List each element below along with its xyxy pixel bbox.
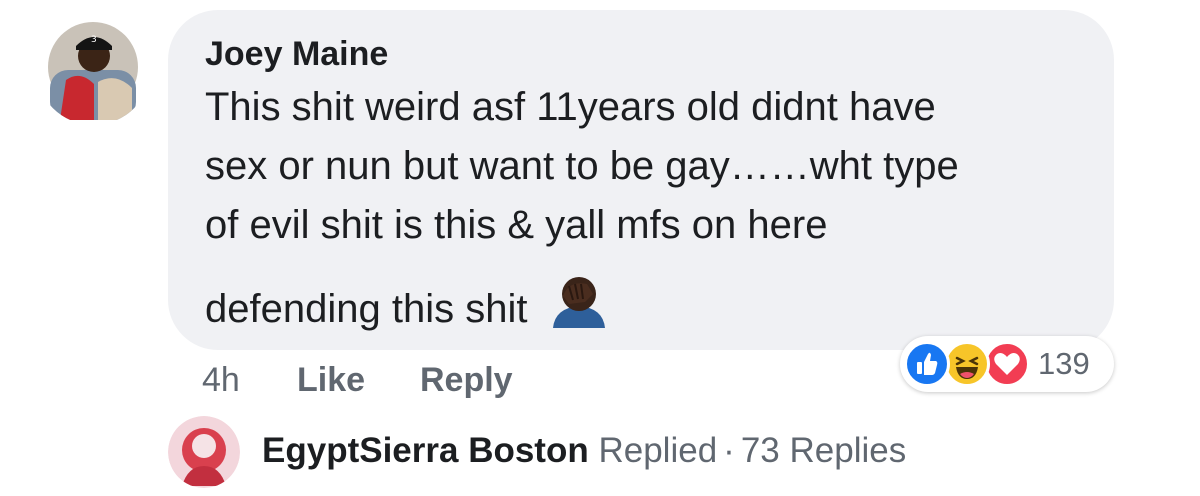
haha-reaction-icon xyxy=(944,341,990,387)
comment-text-line: This shit weird asf 11years old didnt ha… xyxy=(205,85,936,129)
like-reaction-icon xyxy=(904,341,950,387)
comment-timestamp[interactable]: 4h xyxy=(202,358,240,402)
reactions-summary[interactable]: 139 xyxy=(900,336,1114,392)
reply-button[interactable]: Reply xyxy=(420,358,513,402)
avatar-photo: 3 xyxy=(36,10,150,124)
svg-text:3: 3 xyxy=(91,35,97,45)
comment-text-line: of evil shit is this & yall mfs on here xyxy=(205,203,828,247)
reaction-count: 139 xyxy=(1038,346,1090,381)
replier-avatar-photo xyxy=(168,416,240,488)
commenter-avatar[interactable]: 3 xyxy=(36,10,151,125)
comment-text-last-line: defending this shit xyxy=(205,272,609,340)
comment-text-line: sex or nun but want to be gay……wht type xyxy=(205,144,959,188)
like-button[interactable]: Like xyxy=(297,358,365,402)
separator-dot: · xyxy=(723,431,735,470)
replier-avatar[interactable] xyxy=(168,416,240,488)
replied-label: Replied xyxy=(598,431,718,470)
face-palm-emoji xyxy=(549,272,609,340)
replier-name[interactable]: EgyptSierra Boston xyxy=(262,431,589,470)
love-reaction-icon xyxy=(984,341,1030,387)
view-replies-link[interactable]: EgyptSierra Boston Replied · 73 Replies xyxy=(262,428,906,474)
replies-count[interactable]: 73 Replies xyxy=(741,431,906,470)
comment-text-line: defending this shit xyxy=(205,287,528,331)
comment-author[interactable]: Joey Maine xyxy=(205,33,388,75)
